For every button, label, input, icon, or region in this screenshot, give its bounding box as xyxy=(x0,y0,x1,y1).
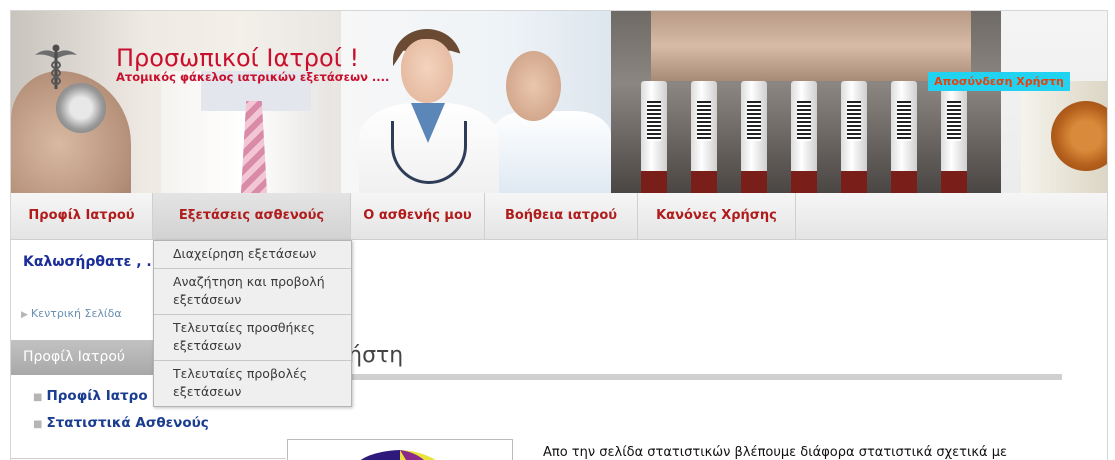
sidebar-item-patient-stats[interactable]: ■ Στατιστικά Ασθενούς xyxy=(33,415,209,431)
nav-doctor-help[interactable]: Βοήθεια ιατρού xyxy=(485,193,638,239)
sidebar-item-doctor-profile[interactable]: ■ Προφίλ Ιατρο xyxy=(33,388,148,404)
sidebar-item-label: Στατιστικά Ασθενούς xyxy=(46,415,209,431)
site-title: Προσωπικοί Ιατροί ! xyxy=(116,44,360,72)
breadcrumb: ▶ Κεντρική Σελίδα xyxy=(21,307,122,320)
statistics-pie-chart xyxy=(287,439,513,460)
main-nav: Προφίλ Ιατρού Εξετάσεις ασθενούς Ο ασθεν… xyxy=(11,193,1107,240)
heading-divider xyxy=(250,374,1062,380)
bullet-icon: ■ xyxy=(33,419,43,430)
nav-doctor-profile[interactable]: Προφίλ Ιατρού xyxy=(11,193,153,239)
welcome-message: Καλωσήρθατε , . xyxy=(23,254,152,270)
pie-chart-graphic xyxy=(360,450,436,460)
banner-doctor-image xyxy=(11,11,341,193)
statistics-description: Απο την σελίδα στατιστικών βλέπουμε διάφ… xyxy=(543,445,1008,460)
sidebar-item-label: Προφίλ Ιατρο xyxy=(46,388,148,404)
breadcrumb-home-link[interactable]: Κεντρική Σελίδα xyxy=(31,307,122,320)
caduceus-icon xyxy=(35,44,77,89)
banner-stethoscope-image xyxy=(1021,81,1107,193)
banner-test-tubes-image xyxy=(611,11,1001,193)
nav-terms-of-use[interactable]: Κανόνες Χρήσης xyxy=(638,193,796,239)
menu-item-search-view-exams[interactable]: Αναζήτηση και προβολή εξετάσεων xyxy=(154,269,351,315)
nav-my-patient[interactable]: Ο ασθενής μου xyxy=(351,193,485,239)
breadcrumb-arrow-icon: ▶ xyxy=(21,310,28,320)
header-banner: Προσωπικοί Ιατροί ! Ατομικός φάκελος ιατ… xyxy=(11,11,1107,193)
menu-item-manage-exams[interactable]: Διαχείρηση εξετάσεων xyxy=(154,241,351,269)
bullet-icon: ■ xyxy=(33,392,43,403)
menu-item-recent-additions[interactable]: Τελευταίες προσθήκες εξετάσεων xyxy=(154,315,351,361)
nav-patient-exams[interactable]: Εξετάσεις ασθενούς xyxy=(153,193,351,239)
page-frame: Προσωπικοί Ιατροί ! Ατομικός φάκελος ιατ… xyxy=(10,10,1108,460)
patient-exams-dropdown: Διαχείρηση εξετάσεων Αναζήτηση και προβο… xyxy=(153,240,352,407)
site-subtitle: Ατομικός φάκελος ιατρικών εξετάσεων .... xyxy=(116,70,390,84)
logout-button[interactable]: Αποσύνδεση Χρήστη xyxy=(928,72,1070,91)
menu-item-recent-views[interactable]: Τελευταίες προβολές εξετάσεων xyxy=(154,361,351,406)
banner-nurse-image xyxy=(341,11,611,193)
